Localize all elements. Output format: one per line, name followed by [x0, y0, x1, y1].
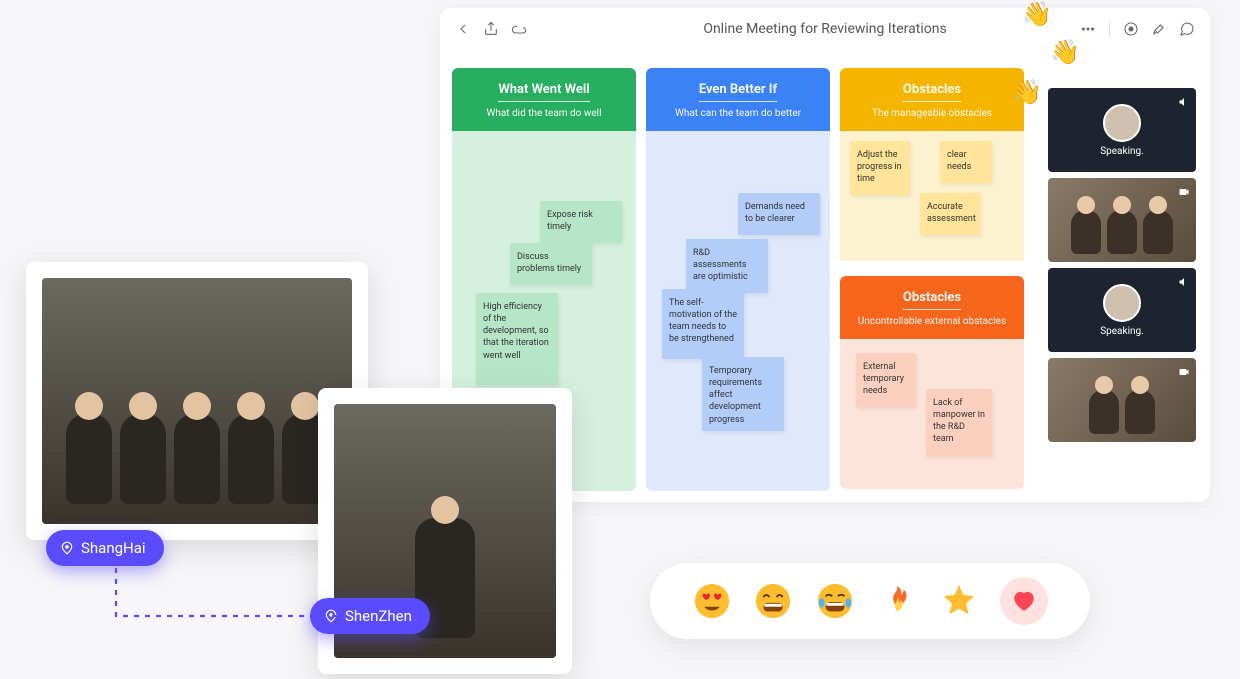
video-tile[interactable]	[1048, 358, 1196, 442]
column-header: What Went Well What did the team do well	[452, 68, 636, 131]
sticky-note[interactable]: Temporary requirements affect developmen…	[702, 357, 784, 431]
mic-icon	[1178, 273, 1190, 292]
sticky-note[interactable]: Demands need to be clearer	[738, 193, 820, 235]
column-header: Even Better If What can the team do bett…	[646, 68, 830, 131]
column-subtitle: What can the team do better	[654, 108, 822, 119]
column-obstacles-manageable: Obstacles The manageable obstacles Adjus…	[840, 68, 1024, 261]
avatar	[1103, 284, 1141, 322]
participants-photo	[1048, 178, 1196, 262]
sticky-note[interactable]: Lack of manpower in the R&D team	[926, 389, 992, 456]
column-header: Obstacles Uncontrollable external obstac…	[840, 276, 1024, 339]
column-title: What Went Well	[498, 82, 589, 102]
pin-icon	[324, 609, 338, 623]
sticky-note[interactable]: Discuss problems timely	[510, 243, 592, 285]
connector-line	[114, 566, 338, 626]
reaction-star[interactable]	[939, 581, 979, 621]
speaking-label: Speaking.	[1100, 146, 1144, 157]
more-button[interactable]	[1079, 20, 1097, 38]
column-title: Obstacles	[903, 290, 961, 310]
column-subtitle: What did the team do well	[460, 108, 628, 119]
video-participants: Speaking. Speaking.	[1048, 88, 1196, 442]
location-label: ShangHai	[81, 539, 146, 557]
reaction-joy[interactable]	[815, 581, 855, 621]
location-card-shanghai	[26, 262, 368, 540]
camera-icon	[1178, 183, 1190, 202]
divider	[1109, 21, 1110, 37]
share-button[interactable]	[482, 20, 500, 38]
reaction-heart[interactable]	[1000, 577, 1048, 625]
column-header: Obstacles The manageable obstacles	[840, 68, 1024, 131]
column-subtitle: Uncontrollable external obstacles	[848, 316, 1016, 327]
sticky-note[interactable]: Adjust the progress in time	[850, 141, 910, 195]
column-body[interactable]: External temporary needs Lack of manpowe…	[840, 339, 1024, 489]
record-button[interactable]	[1122, 20, 1140, 38]
avatar	[1103, 104, 1141, 142]
reaction-fire[interactable]	[877, 581, 917, 621]
sticky-note[interactable]: Expose risk timely	[540, 201, 622, 243]
team-photo	[42, 278, 352, 524]
column-subtitle: The manageable obstacles	[848, 108, 1016, 119]
location-tag-shenzhen[interactable]: ShenZhen	[310, 598, 430, 634]
chat-button[interactable]	[1178, 20, 1196, 38]
column-body[interactable]: Adjust the progress in time clear needs …	[840, 131, 1024, 261]
sticky-note[interactable]: High efficiency of the development, so t…	[476, 293, 558, 385]
participants-photo	[1048, 358, 1196, 442]
column-obstacles-external: Obstacles Uncontrollable external obstac…	[840, 276, 1024, 489]
column-even-better-if: Even Better If What can the team do bett…	[646, 68, 830, 491]
pin-icon	[60, 541, 74, 555]
column-body[interactable]: Demands need to be clearer R&D assessmen…	[646, 131, 830, 491]
back-button[interactable]	[454, 20, 472, 38]
speaking-label: Speaking.	[1100, 326, 1144, 337]
camera-icon	[1178, 363, 1190, 382]
toolbar: Online Meeting for Reviewing Iterations	[440, 8, 1210, 50]
video-tile[interactable]: Speaking.	[1048, 88, 1196, 172]
sticky-note[interactable]: Accurate assessment	[920, 193, 980, 235]
location-tag-shanghai[interactable]: ShangHai	[46, 530, 164, 566]
sticky-note[interactable]: External temporary needs	[856, 353, 916, 407]
mic-icon	[1178, 93, 1190, 112]
video-tile[interactable]: Speaking.	[1048, 268, 1196, 352]
sticky-note[interactable]: R&D assessments are optimistic	[686, 239, 768, 293]
effects-button[interactable]	[1150, 20, 1168, 38]
sticky-note[interactable]: The self-motivation of the team needs to…	[662, 289, 744, 359]
column-title: Obstacles	[903, 82, 961, 102]
sticky-note[interactable]: clear needs	[940, 141, 992, 183]
video-tile[interactable]	[1048, 178, 1196, 262]
cloud-sync-button[interactable]	[510, 20, 528, 38]
reaction-heart-eyes[interactable]	[692, 581, 732, 621]
reaction-bar	[650, 563, 1090, 639]
location-label: ShenZhen	[345, 607, 412, 625]
reaction-grin[interactable]	[753, 581, 793, 621]
column-title: Even Better If	[699, 82, 777, 102]
